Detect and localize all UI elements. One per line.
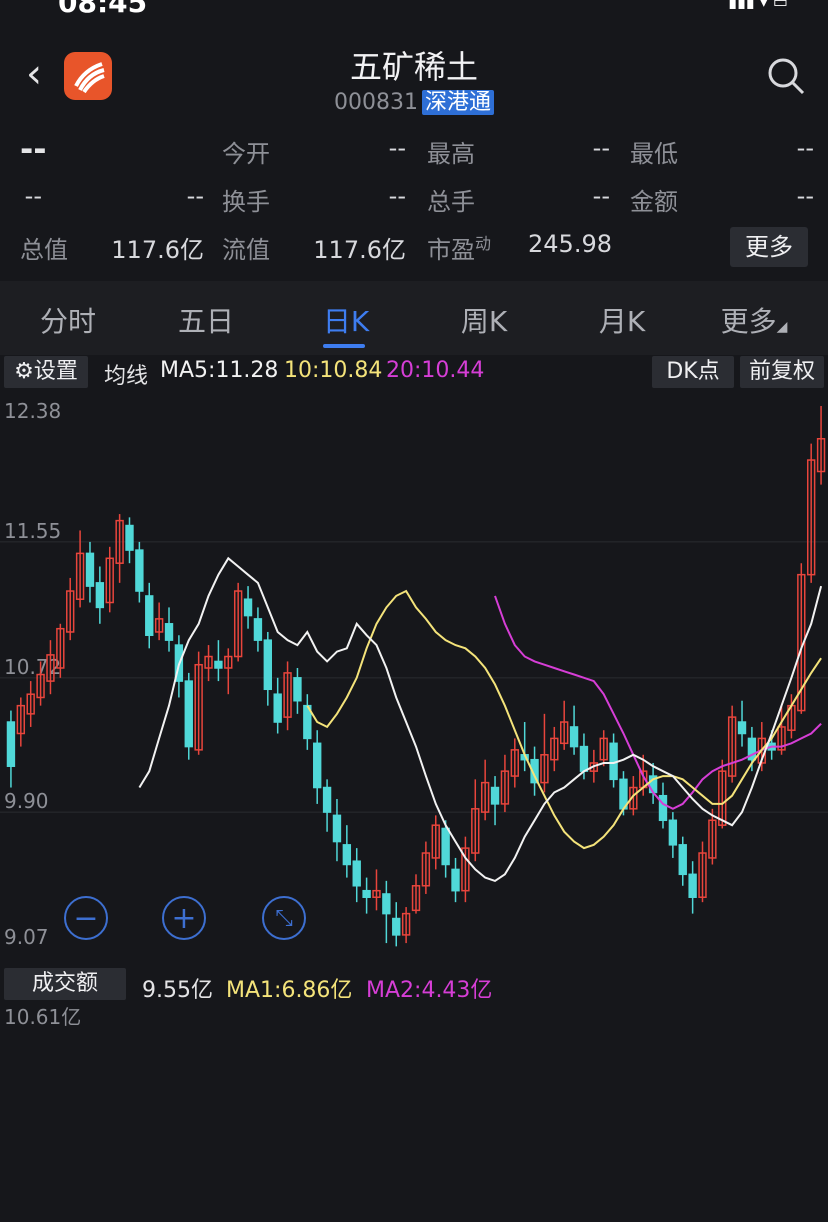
zoom-in-button[interactable]: +: [162, 896, 206, 940]
fullscreen-button[interactable]: ⤡: [262, 896, 306, 940]
candle-body: [253, 618, 263, 641]
ma5-value: MA5:11.28: [160, 358, 279, 383]
candle-body: [293, 677, 302, 702]
candle-body: [263, 639, 272, 691]
total-mv-label: 总值: [20, 236, 68, 264]
market-tag[interactable]: 深港通: [421, 90, 494, 115]
stock-code: 000831: [334, 90, 418, 115]
volume-indicator-button[interactable]: 成交额: [4, 968, 126, 1000]
header: ‹ 五矿稀土 000831 深港通: [0, 20, 828, 130]
candle-body: [184, 680, 193, 748]
status-time: 08:45: [58, 0, 148, 19]
price-axis-label: 12.38: [4, 399, 61, 423]
volume-header: 成交额 9.55亿 MA1:6.86亿 MA2:4.43亿: [0, 966, 828, 1003]
candle-body: [135, 549, 144, 592]
minus-icon: −: [73, 901, 99, 936]
candle-body: [6, 721, 16, 767]
expand-icon: ⤡: [275, 906, 293, 931]
pe-sup: 动: [475, 234, 492, 253]
candle-body: [352, 860, 361, 887]
plus-icon: +: [171, 901, 197, 936]
pe-label: 市盈动: [427, 234, 492, 264]
search-icon[interactable]: [766, 56, 806, 96]
candle-body: [332, 814, 342, 843]
status-icons: ▮▮▮ ▾ ▭: [728, 0, 788, 11]
ma-label: 均线: [104, 364, 149, 389]
candle-body: [362, 889, 371, 898]
candle-body: [85, 552, 95, 587]
tab-weekly-k[interactable]: 周K: [424, 300, 544, 340]
candle-body: [392, 917, 401, 936]
triangle-down-icon: ◢: [776, 319, 788, 335]
candle-body: [342, 844, 352, 866]
candle-body: [214, 660, 223, 669]
adjust-button[interactable]: 前复权: [740, 356, 824, 388]
high-label: 最高: [427, 140, 475, 168]
change-pct-value: --: [186, 182, 204, 210]
stock-code-line: 000831 深港通: [0, 84, 828, 116]
price-axis-label: 9.90: [4, 789, 49, 813]
tab-daily-k[interactable]: 日K: [286, 300, 406, 340]
turnover-label: 换手: [222, 188, 270, 216]
volume-axis-label: 10.61亿: [4, 1005, 81, 1029]
candle-body: [451, 868, 460, 892]
ma10-value: 10:10.84: [284, 358, 383, 383]
candle-body: [273, 693, 282, 723]
candle-body: [382, 893, 391, 915]
change-value: --: [24, 182, 42, 210]
low-label: 最低: [630, 140, 678, 168]
candle-body: [145, 595, 154, 636]
candle-body: [737, 721, 747, 735]
tab-monthly-k[interactable]: 月K: [562, 300, 682, 340]
low-value: --: [796, 134, 814, 162]
high-value: --: [592, 134, 610, 162]
turnover-value: --: [388, 182, 406, 210]
amount-label: 金额: [630, 188, 678, 216]
float-mv-label: 流值: [222, 236, 270, 264]
price-axis-label: 11.55: [4, 519, 61, 543]
last-price: --: [20, 130, 47, 168]
tab-intraday[interactable]: 分时: [8, 300, 128, 340]
candle-body: [579, 745, 589, 772]
total-hands-value: --: [592, 182, 610, 210]
candle-body: [95, 582, 105, 609]
total-mv-value: 117.6亿: [111, 236, 204, 264]
quote-more-button[interactable]: 更多: [730, 227, 808, 267]
candle-body: [688, 873, 697, 898]
dk-point-button[interactable]: DK点: [652, 356, 734, 388]
open-value: --: [388, 134, 406, 162]
pe-value: 245.98: [528, 230, 612, 258]
open-label: 今开: [222, 140, 270, 168]
candle-body: [164, 623, 174, 641]
candle-body: [243, 598, 253, 617]
tab-more[interactable]: 更多◢: [694, 300, 814, 340]
candle-body: [441, 827, 450, 866]
candle-body: [322, 786, 332, 813]
status-bar: 08:45 ▮▮▮ ▾ ▭: [0, 0, 828, 20]
total-hands-label: 总手: [427, 188, 475, 216]
candle-body: [490, 786, 500, 805]
price-axis-label: 10.72: [4, 655, 61, 679]
stock-title: 五矿稀土: [349, 48, 478, 86]
active-tab-indicator: [323, 344, 365, 348]
zoom-out-button[interactable]: −: [64, 896, 108, 940]
candle-body: [569, 726, 579, 748]
float-mv-value: 117.6亿: [313, 236, 406, 264]
amount-value: --: [796, 182, 814, 210]
ma20-value: 20:10.44: [386, 358, 485, 383]
candle-body: [668, 819, 678, 846]
tab-five-day[interactable]: 五日: [146, 300, 266, 340]
candlestick-chart[interactable]: 12.38 11.55 10.72 9.90 9.07: [0, 390, 828, 964]
candle-body: [658, 794, 668, 822]
price-axis-label: 9.07: [4, 925, 49, 949]
volume-chart[interactable]: 10.61亿: [0, 1000, 828, 1222]
candle-body: [313, 742, 322, 789]
candle-body: [678, 844, 687, 876]
candle-body: [125, 524, 134, 551]
